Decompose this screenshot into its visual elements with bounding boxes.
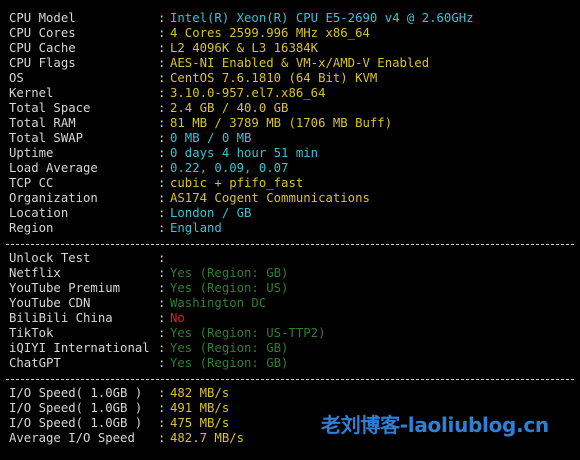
info-label: OS bbox=[9, 71, 24, 85]
info-label: Kernel bbox=[9, 86, 54, 100]
info-separator: : bbox=[158, 101, 166, 115]
info-value: 482 MB/s bbox=[170, 386, 230, 400]
info-label: Total RAM bbox=[9, 116, 76, 130]
info-value: 4 Cores 2599.996 MHz x86_64 bbox=[170, 26, 370, 40]
info-label: Load Average bbox=[9, 161, 98, 175]
info-label: I/O Speed( 1.0GB ) bbox=[9, 416, 143, 430]
info-value: Yes (Region: GB) bbox=[170, 356, 289, 370]
info-label: I/O Speed( 1.0GB ) bbox=[9, 401, 143, 415]
watermark: 老刘博客-laoliublog.cn bbox=[321, 413, 549, 437]
info-label: Average I/O Speed bbox=[9, 431, 135, 445]
info-label: YouTube Premium bbox=[9, 281, 121, 295]
info-value: Yes (Region: US) bbox=[170, 281, 289, 295]
info-value: London / GB bbox=[170, 206, 252, 220]
info-separator: : bbox=[158, 131, 166, 145]
info-value: 3.10.0-957.el7.x86_64 bbox=[170, 86, 326, 100]
info-label: ChatGPT bbox=[9, 356, 61, 370]
info-label: BiliBili China bbox=[9, 311, 113, 325]
info-separator: : bbox=[158, 356, 166, 370]
info-label: TCP CC bbox=[9, 176, 54, 190]
info-value: 81 MB / 3789 MB (1706 MB Buff) bbox=[170, 116, 393, 130]
info-separator: : bbox=[158, 86, 166, 100]
info-separator: : bbox=[158, 146, 166, 160]
info-separator: : bbox=[158, 206, 166, 220]
info-value: L2 4096K & L3 16384K bbox=[170, 41, 319, 55]
info-separator: : bbox=[158, 11, 166, 25]
info-label: Unlock Test bbox=[9, 251, 91, 265]
info-label: CPU Cores bbox=[9, 26, 76, 40]
info-separator: : bbox=[158, 311, 166, 325]
info-separator: : bbox=[158, 431, 166, 445]
info-separator: : bbox=[158, 161, 166, 175]
info-value: Washington DC bbox=[170, 296, 267, 310]
info-separator: : bbox=[158, 191, 166, 205]
info-label: CPU Cache bbox=[9, 41, 76, 55]
info-value: 482.7 MB/s bbox=[170, 431, 245, 445]
info-value: Yes (Region: US-TTP2) bbox=[170, 326, 326, 340]
info-label: Region bbox=[9, 221, 54, 235]
info-separator: : bbox=[158, 41, 166, 55]
info-value: 475 MB/s bbox=[170, 416, 230, 430]
info-value: England bbox=[170, 221, 222, 235]
info-separator: : bbox=[158, 56, 166, 70]
info-label: iQIYI International bbox=[9, 341, 150, 355]
info-value: cubic + pfifo_fast bbox=[170, 176, 304, 190]
info-separator: : bbox=[158, 176, 166, 190]
info-value: 0.22, 0.09, 0.07 bbox=[170, 161, 289, 175]
info-separator: : bbox=[158, 401, 166, 415]
info-label: Uptime bbox=[9, 146, 54, 160]
info-value: AES-NI Enabled & VM-x/AMD-V Enabled bbox=[170, 56, 430, 70]
info-label: CPU Model bbox=[9, 11, 76, 25]
info-label: Netflix bbox=[9, 266, 61, 280]
info-separator: : bbox=[158, 326, 166, 340]
info-label: Location bbox=[9, 206, 69, 220]
section-divider bbox=[6, 244, 574, 245]
info-label: Organization bbox=[9, 191, 98, 205]
info-value: CentOS 7.6.1810 (64 Bit) KVM bbox=[170, 71, 378, 85]
info-value: Yes (Region: GB) bbox=[170, 266, 289, 280]
info-separator: : bbox=[158, 71, 166, 85]
info-label: TikTok bbox=[9, 326, 54, 340]
info-separator: : bbox=[158, 251, 166, 265]
info-value: 491 MB/s bbox=[170, 401, 230, 415]
info-separator: : bbox=[158, 116, 166, 130]
info-separator: : bbox=[158, 281, 166, 295]
info-label: I/O Speed( 1.0GB ) bbox=[9, 386, 143, 400]
info-separator: : bbox=[158, 296, 166, 310]
info-label: Total SWAP bbox=[9, 131, 84, 145]
info-value: AS174 Cogent Communications bbox=[170, 191, 370, 205]
info-separator: : bbox=[158, 266, 166, 280]
info-value: Yes (Region: GB) bbox=[170, 341, 289, 355]
info-separator: : bbox=[158, 26, 166, 40]
info-label: CPU Flags bbox=[9, 56, 76, 70]
info-value: 0 MB / 0 MB bbox=[170, 131, 252, 145]
info-value: 0 days 4 hour 51 min bbox=[170, 146, 319, 160]
info-value: Intel(R) Xeon(R) CPU E5-2690 v4 @ 2.60GH… bbox=[170, 11, 474, 25]
info-label: YouTube CDN bbox=[9, 296, 91, 310]
info-separator: : bbox=[158, 341, 166, 355]
info-value: 2.4 GB / 40.0 GB bbox=[170, 101, 289, 115]
info-value: No bbox=[170, 311, 185, 325]
info-label: Total Space bbox=[9, 101, 91, 115]
terminal-window: CPU Model: Intel(R) Xeon(R) CPU E5-2690 v… bbox=[0, 0, 580, 460]
info-separator: : bbox=[158, 386, 166, 400]
info-separator: : bbox=[158, 416, 166, 430]
section-divider bbox=[6, 379, 574, 380]
info-separator: : bbox=[158, 221, 166, 235]
